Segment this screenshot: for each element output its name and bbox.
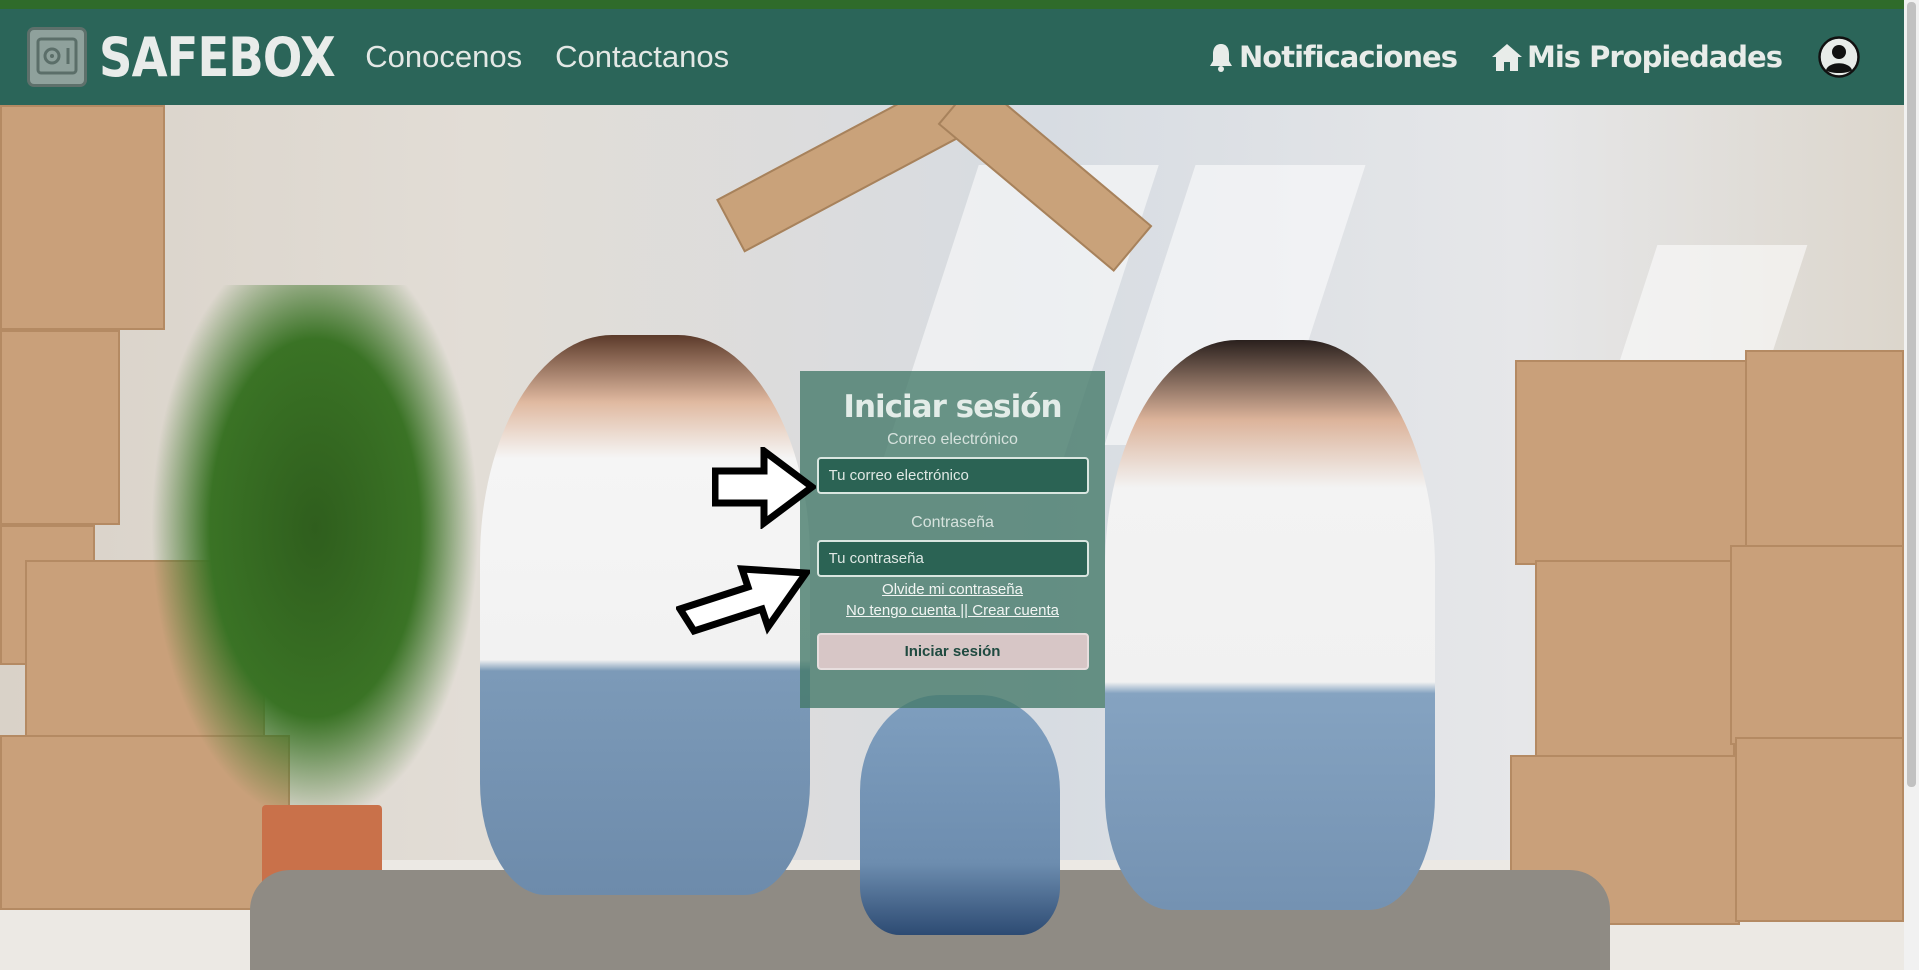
browser-top-strip [0,0,1904,9]
logo[interactable]: SAFEBOX [27,26,373,89]
password-label: Contraseña [911,514,994,531]
login-submit-button[interactable]: Iniciar sesión [816,633,1089,670]
cardboard-box [0,105,165,330]
my-properties-link[interactable]: Mis Propiedades [1491,40,1783,74]
notifications-label: Notificaciones [1239,40,1458,74]
cardboard-box [1730,545,1904,745]
plant [150,285,480,825]
login-form: Iniciar sesión Correo electrónico Contra… [800,371,1105,708]
my-properties-label: Mis Propiedades [1526,40,1783,74]
login-title: Iniciar sesión [843,389,1062,425]
email-input[interactable] [816,457,1089,494]
cardboard-box [1535,560,1735,760]
brand-name: SAFEBOX [99,25,336,89]
arrow-right-icon [712,447,816,529]
house-icon [1491,44,1522,71]
forgot-password-link[interactable]: Olvide mi contraseña [800,581,1105,598]
email-label: Correo electrónico [887,431,1018,448]
nav-link-contactanos[interactable]: Contactanos [555,39,729,75]
user-circle-icon[interactable] [1818,36,1860,78]
cardboard-box [0,330,120,525]
nav-right: Notificaciones Mis Propiedades [1173,36,1860,78]
cardboard-roof [716,105,974,253]
safe-logo-icon [27,27,87,87]
nav-links: Conocenos Contactanos [365,39,762,75]
cardboard-box [1515,360,1750,565]
bell-icon [1210,44,1233,72]
password-input[interactable] [816,540,1089,577]
create-account-link[interactable]: No tengo cuenta || Crear cuenta [800,602,1105,619]
scrollbar[interactable] [1904,0,1919,970]
cardboard-box [1745,350,1904,555]
nav-link-conocenos[interactable]: Conocenos [365,39,522,75]
arrow-right-icon [676,565,810,636]
child-figure [860,695,1060,935]
woman-figure [1105,340,1435,910]
cardboard-box [1735,737,1904,922]
scrollbar-thumb[interactable] [1907,2,1916,787]
navbar: SAFEBOX Conocenos Contactanos Notificaci… [0,9,1904,105]
notifications-link[interactable]: Notificaciones [1207,40,1458,74]
